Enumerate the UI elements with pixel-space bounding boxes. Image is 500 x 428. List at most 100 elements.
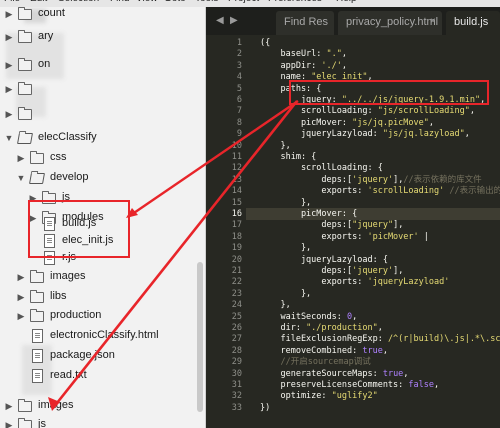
tree-file-item[interactable]: read.txt	[0, 366, 205, 386]
code-line: },	[260, 140, 290, 152]
tree-folder-item[interactable]: ▶	[0, 104, 205, 124]
tab-label: Find Res	[284, 16, 329, 28]
code-token: ,	[341, 60, 348, 71]
line-number: 24	[231, 300, 242, 311]
code-token: dir:	[260, 323, 307, 333]
tab-build-js[interactable]: build.js	[446, 11, 500, 35]
code-token: jqueryLazyload:	[260, 129, 383, 140]
code-token: "uglify2"	[331, 391, 378, 402]
tree-folder-item[interactable]: ▼ elecClassify	[0, 128, 205, 148]
tree-folder-item[interactable]: ▶ css	[0, 148, 205, 168]
chevron-right-icon[interactable]: ▶	[4, 8, 14, 20]
code-token: jqueryLazyload: {	[260, 254, 388, 265]
code-token: },	[260, 197, 312, 208]
tree-item-label: electronicClassify.html	[50, 329, 159, 341]
chevron-right-icon[interactable]: ▶	[4, 59, 14, 71]
tab-scroll-right-icon[interactable]: ▶	[230, 15, 238, 26]
chevron-right-icon[interactable]: ▶	[4, 419, 14, 428]
code-line: appDir: './',	[260, 60, 347, 72]
tree-folder-item[interactable]: ▶ images	[0, 396, 205, 416]
folder-icon	[18, 7, 32, 20]
line-number: 4	[236, 72, 242, 83]
menu-item-tools[interactable]: Tools	[195, 0, 218, 4]
line-number: 12	[231, 163, 242, 174]
tree-folder-item[interactable]: ▶ js	[0, 415, 205, 428]
tree-folder-item[interactable]: ▶ images	[0, 267, 205, 287]
code-token: "jquery"	[352, 220, 394, 231]
chevron-right-icon[interactable]: ▶	[4, 83, 14, 95]
line-number: 3	[236, 60, 242, 71]
code-token: appDir:	[260, 60, 322, 71]
chevron-right-icon[interactable]: ▶	[16, 310, 26, 322]
tab-label: build.js	[454, 16, 489, 28]
line-number: 31	[231, 380, 242, 390]
tree-file-item[interactable]: electronicClassify.html	[0, 326, 205, 346]
line-number: 8	[236, 117, 242, 128]
tab-label: privacy_policy.html	[346, 16, 439, 28]
tree-folder-item[interactable]: ▼ develop	[0, 168, 205, 188]
line-number-gutter: 1 2 3 4 5 6 7 8 9 10 11 12 13 14 15 16 17 18 19 20 21 22 23 24 2…	[206, 35, 246, 428]
code-line: //开启sourcemap调试	[260, 356, 370, 368]
chevron-right-icon[interactable]: ▶	[4, 400, 14, 412]
folder-icon	[30, 290, 44, 303]
tree-folder-item[interactable]: ▶ on	[0, 55, 205, 75]
menu-item-find[interactable]: Find	[110, 0, 129, 4]
code-token: ,	[464, 129, 470, 140]
menu-item-selection[interactable]: Selection	[58, 0, 99, 4]
tree-file-item[interactable]: package.json	[0, 346, 205, 366]
code-token: 'jquery'	[352, 266, 394, 276]
tab-scroll-left-icon[interactable]: ◀	[216, 15, 224, 26]
code-token: removeCombined:	[260, 345, 363, 356]
line-number: 5	[236, 83, 242, 94]
chevron-right-icon[interactable]: ▶	[16, 152, 26, 164]
chevron-right-icon[interactable]: ▶	[16, 291, 26, 303]
chevron-right-icon[interactable]: ▶	[16, 271, 26, 283]
menu-item-goto[interactable]: Goto	[164, 0, 186, 4]
menu-item-file[interactable]: File	[4, 0, 20, 4]
code-line: scrollLoading: {	[260, 162, 383, 174]
code-token: fileExclusionRegExp:	[260, 334, 388, 345]
folder-icon	[18, 82, 32, 95]
close-icon[interactable]: ×	[430, 16, 436, 27]
code-token: 'jqueryLazyload'	[367, 277, 450, 288]
code-line: dir: "./production",	[260, 322, 382, 334]
code-token: ,	[434, 380, 440, 390]
code-token: ,	[352, 311, 358, 322]
line-number: 10	[231, 140, 242, 151]
tree-folder-item[interactable]: ▶	[0, 79, 205, 99]
code-token: },	[260, 243, 312, 254]
chevron-right-icon[interactable]: ▶	[4, 108, 14, 120]
code-token: generateSourceMaps:	[260, 368, 383, 379]
menu-item-preferences[interactable]: Preferences	[268, 0, 322, 4]
tree-item-label: ary	[38, 30, 54, 42]
code-editor[interactable]: ◀ ▶ Find Res privacy_policy.html × build.js…	[206, 7, 500, 428]
code-token: "./production"	[306, 323, 378, 333]
menu-item-project[interactable]: Project	[228, 0, 259, 4]
code-line: picMover: "js/jq.picMove",	[260, 117, 434, 129]
tree-folder-item[interactable]: ▶ ary	[0, 27, 205, 47]
code-token: picMover:	[260, 117, 353, 128]
line-number: 15	[231, 197, 242, 208]
tab-privacy-policy-html[interactable]: privacy_policy.html ×	[338, 11, 442, 35]
sidebar-scrollbar[interactable]	[197, 262, 203, 412]
chevron-down-icon[interactable]: ▼	[16, 172, 26, 184]
code-line: preserveLicenseComments: false,	[260, 379, 439, 391]
code-token: ],	[393, 220, 404, 231]
tab-bar: ◀ ▶ Find Res privacy_policy.html × build.js	[206, 7, 500, 35]
code-token: waitSeconds:	[260, 311, 347, 322]
menu-item-edit[interactable]: Edit	[30, 0, 47, 4]
chevron-down-icon[interactable]: ▼	[4, 132, 14, 144]
tree-folder-item[interactable]: ▶ count	[0, 7, 205, 24]
code-token: ,	[382, 345, 388, 356]
tree-folder-item[interactable]: ▶ production	[0, 306, 205, 326]
menu-item-help[interactable]: Help	[336, 0, 357, 4]
chevron-right-icon[interactable]: ▶	[4, 31, 14, 43]
tab-find-res[interactable]: Find Res	[276, 11, 334, 35]
code-token: deps:[	[260, 174, 353, 185]
tree-item-label: elecClassify	[38, 131, 97, 143]
line-number: 28	[231, 345, 242, 356]
menu-item-view[interactable]: View	[136, 0, 158, 4]
line-number: 20	[231, 254, 242, 265]
tree-item-label: on	[38, 58, 51, 70]
tree-folder-item[interactable]: ▶ libs	[0, 287, 205, 307]
